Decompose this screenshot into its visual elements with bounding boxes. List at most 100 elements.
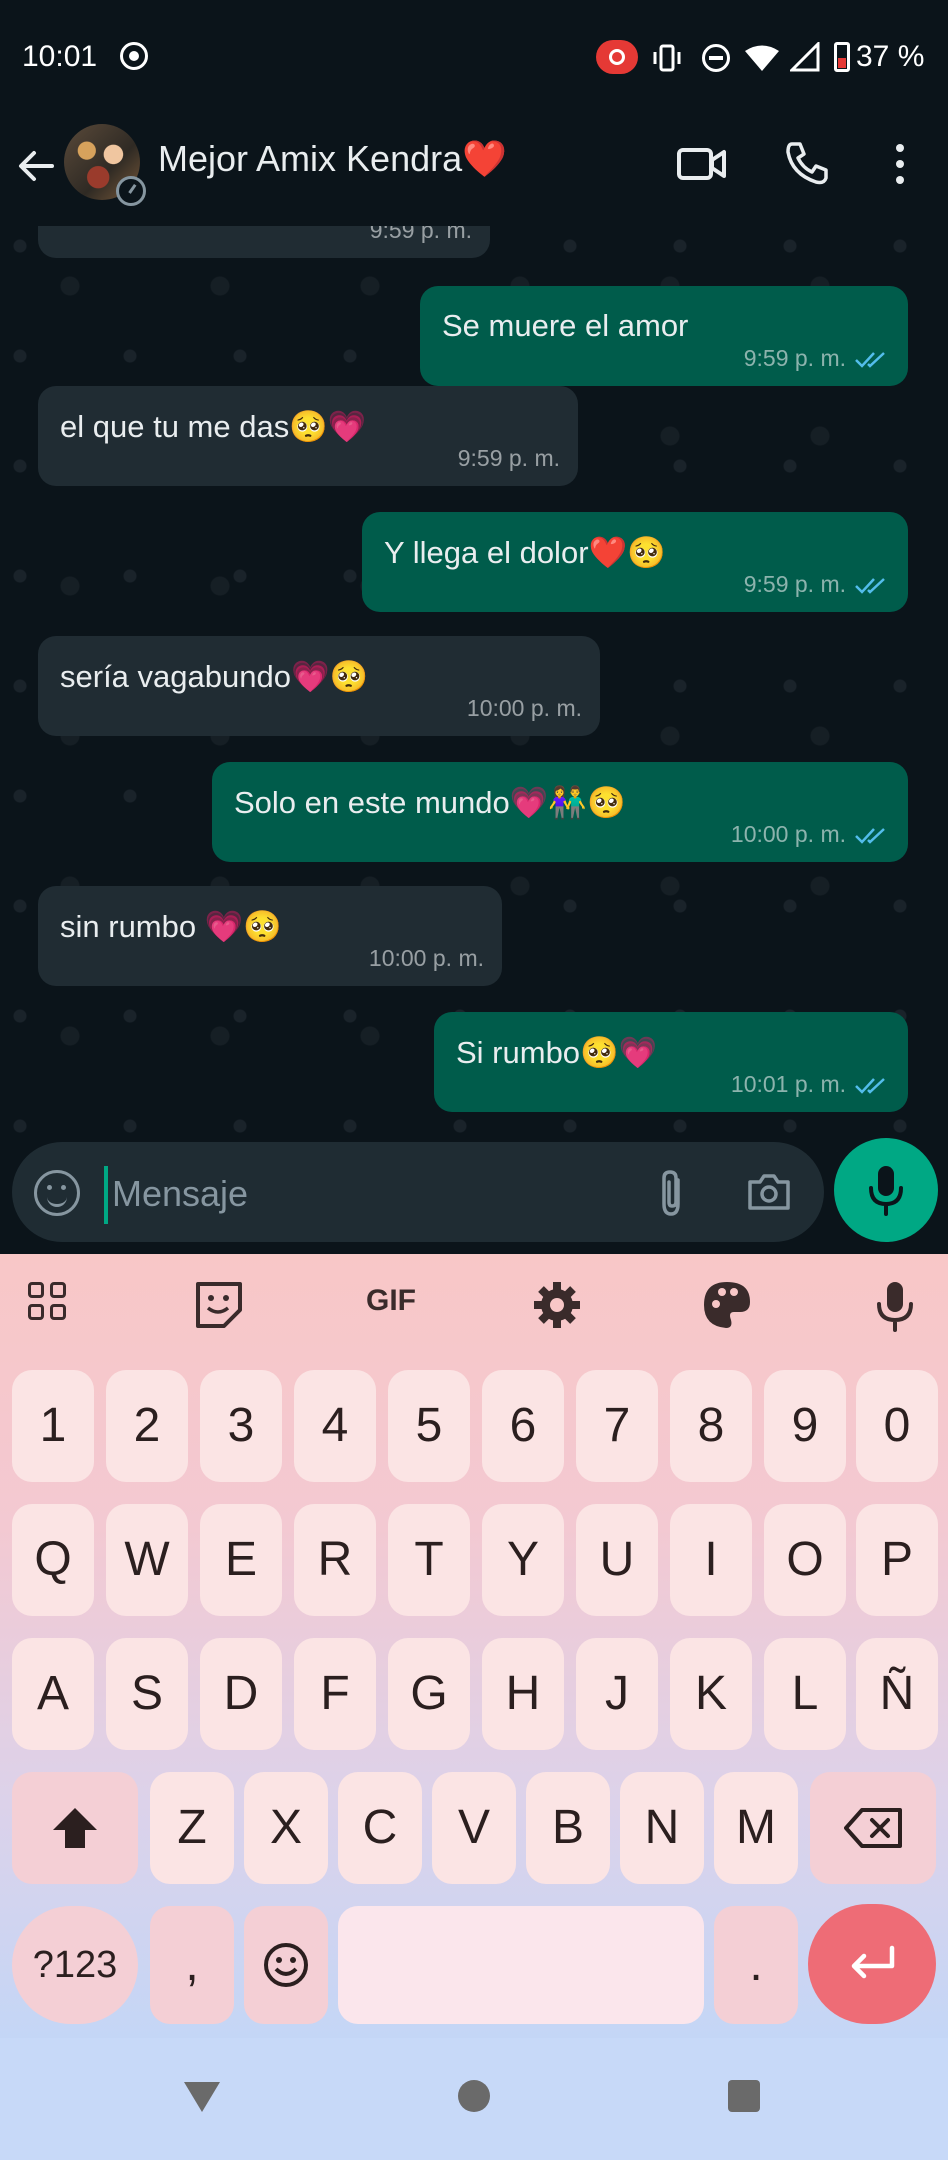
home-icon[interactable]: [458, 2080, 490, 2112]
key[interactable]: D: [200, 1638, 282, 1750]
key[interactable]: L: [764, 1638, 846, 1750]
key[interactable]: 7: [576, 1370, 658, 1482]
backspace-key[interactable]: [810, 1772, 936, 1884]
chat-messages[interactable]: 9:59 p. m. Se muere el amor 9:59 p. m. e…: [0, 226, 948, 1138]
chat-header: Mejor Amix Kendra❤️: [0, 116, 948, 226]
key[interactable]: E: [200, 1504, 282, 1616]
sticker-icon[interactable]: [34, 1170, 80, 1216]
shift-key[interactable]: [12, 1772, 138, 1884]
phone-icon[interactable]: [784, 140, 830, 186]
key[interactable]: 3: [200, 1370, 282, 1482]
voice-icon[interactable]: [868, 1278, 922, 1332]
key[interactable]: 6: [482, 1370, 564, 1482]
message-time: 10:00 p. m.: [730, 821, 846, 847]
grid-icon[interactable]: [24, 1278, 78, 1332]
key[interactable]: N: [620, 1772, 704, 1884]
message-text: sin rumbo 💗🥺: [60, 909, 282, 944]
key[interactable]: T: [388, 1504, 470, 1616]
message-text: sería vagabundo💗🥺: [60, 659, 369, 694]
key[interactable]: 5: [388, 1370, 470, 1482]
period-key[interactable]: .: [714, 1906, 798, 2024]
wifi-icon: [745, 45, 779, 71]
key[interactable]: J: [576, 1638, 658, 1750]
symbols-key[interactable]: ?123: [12, 1906, 138, 2024]
more-options-icon[interactable]: [888, 140, 912, 188]
key[interactable]: K: [670, 1638, 752, 1750]
message-bubble[interactable]: sería vagabundo💗🥺 10:00 p. m.: [38, 636, 600, 736]
key[interactable]: O: [764, 1504, 846, 1616]
battery-icon: [834, 42, 850, 72]
status-ring-icon: [116, 176, 146, 206]
camera-icon[interactable]: [746, 1170, 792, 1214]
settings-icon[interactable]: [530, 1278, 584, 1332]
key[interactable]: G: [388, 1638, 470, 1750]
key[interactable]: 4: [294, 1370, 376, 1482]
mic-button[interactable]: [834, 1138, 938, 1242]
back-icon[interactable]: [184, 2082, 220, 2112]
key[interactable]: Y: [482, 1504, 564, 1616]
message-bubble[interactable]: Solo en este mundo💗👫🥺 10:00 p. m.: [212, 762, 908, 862]
screen-record-icon: [596, 40, 638, 74]
message-time: 10:00 p. m.: [368, 945, 484, 971]
key[interactable]: 8: [670, 1370, 752, 1482]
key[interactable]: M: [714, 1772, 798, 1884]
key[interactable]: Ñ: [856, 1638, 938, 1750]
message-bubble[interactable]: Se muere el amor 9:59 p. m.: [420, 286, 908, 386]
composer-bar: [0, 1138, 948, 1254]
key[interactable]: P: [856, 1504, 938, 1616]
key[interactable]: B: [526, 1772, 610, 1884]
sync-icon: [120, 42, 148, 70]
enter-key[interactable]: [808, 1904, 936, 2024]
video-call-icon[interactable]: [676, 142, 728, 186]
battery-percent: 37 %: [856, 40, 925, 73]
key[interactable]: Z: [150, 1772, 234, 1884]
read-ticks-icon: [855, 352, 885, 368]
message-bubble[interactable]: 9:59 p. m.: [38, 226, 490, 258]
key[interactable]: R: [294, 1504, 376, 1616]
palette-icon[interactable]: [700, 1278, 754, 1332]
message-bubble[interactable]: Si rumbo🥺💗 10:01 p. m.: [434, 1012, 908, 1112]
key[interactable]: S: [106, 1638, 188, 1750]
message-time: 10:00 p. m.: [466, 695, 582, 721]
key[interactable]: U: [576, 1504, 658, 1616]
mic-icon: [869, 1166, 903, 1216]
message-text: Y llega el dolor❤️🥺: [384, 535, 666, 570]
message-time: 9:59 p. m.: [457, 445, 560, 471]
recents-icon[interactable]: [728, 2080, 760, 2112]
dnd-icon: [702, 44, 730, 72]
key[interactable]: H: [482, 1638, 564, 1750]
message-time: 9:59 p. m.: [743, 345, 846, 371]
attach-icon[interactable]: [652, 1168, 692, 1218]
comma-key[interactable]: ,: [150, 1906, 234, 2024]
message-bubble[interactable]: el que tu me das🥺💗 9:59 p. m.: [38, 386, 578, 486]
key[interactable]: I: [670, 1504, 752, 1616]
key[interactable]: Q: [12, 1504, 94, 1616]
message-bubble[interactable]: Y llega el dolor❤️🥺 9:59 p. m.: [362, 512, 908, 612]
read-ticks-icon: [855, 1078, 885, 1094]
space-bar[interactable]: [338, 1906, 704, 2024]
key[interactable]: X: [244, 1772, 328, 1884]
key[interactable]: F: [294, 1638, 376, 1750]
read-ticks-icon: [855, 578, 885, 594]
text-caret: [104, 1166, 108, 1224]
key[interactable]: W: [106, 1504, 188, 1616]
key[interactable]: V: [432, 1772, 516, 1884]
key[interactable]: 9: [764, 1370, 846, 1482]
contact-name[interactable]: Mejor Amix Kendra❤️: [158, 138, 507, 180]
message-input[interactable]: [112, 1164, 552, 1224]
message-time: 9:59 p. m.: [743, 571, 846, 597]
key[interactable]: 1: [12, 1370, 94, 1482]
back-arrow-icon[interactable]: [14, 144, 58, 188]
key[interactable]: 0: [856, 1370, 938, 1482]
key[interactable]: C: [338, 1772, 422, 1884]
keyboard-toolbar: GIF: [0, 1254, 948, 1350]
message-bubble[interactable]: sin rumbo 💗🥺 10:00 p. m.: [38, 886, 502, 986]
emoji-key[interactable]: [244, 1906, 328, 2024]
key[interactable]: 2: [106, 1370, 188, 1482]
sticker-icon[interactable]: [192, 1278, 246, 1332]
gif-icon[interactable]: GIF: [356, 1284, 426, 1338]
emoji-icon: [264, 1943, 308, 1987]
key[interactable]: A: [12, 1638, 94, 1750]
message-text: Se muere el amor: [442, 308, 689, 343]
shift-icon: [53, 1808, 97, 1848]
